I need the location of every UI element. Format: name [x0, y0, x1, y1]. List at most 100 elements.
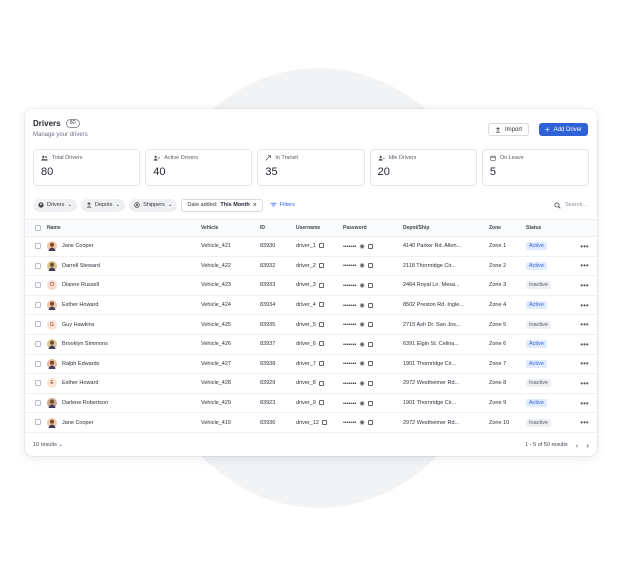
copy-icon[interactable] — [367, 341, 373, 347]
avatar-initial: D — [50, 282, 54, 289]
more-options-icon[interactable]: ••• — [580, 281, 588, 290]
copy-icon[interactable] — [318, 321, 324, 327]
shippers-filter-dropdown[interactable]: Shippers ⌄ — [129, 198, 178, 212]
depot-cell: 4140 Parker Rd. Allen... — [403, 236, 489, 257]
password-value: ••••••• — [343, 341, 357, 348]
results-per-page-dropdown[interactable]: 10 results ⌄ — [33, 442, 63, 448]
copy-icon[interactable] — [318, 262, 324, 268]
column-header-depot[interactable]: Depot/Ship — [403, 219, 489, 237]
table-row[interactable]: Jane Cooper Vehicle_421 83930 driver_1 •… — [25, 236, 597, 257]
column-header-status[interactable]: Status — [526, 219, 572, 237]
stat-value: 20 — [377, 166, 390, 178]
table-row[interactable]: Esther Howard Vehicle_424 83934 driver_4… — [25, 295, 597, 316]
add-driver-button[interactable]: + Add Driver — [538, 123, 588, 136]
table-row[interactable]: G Guy Hawkins Vehicle_425 83935 driver_5… — [25, 314, 597, 335]
copy-icon[interactable] — [367, 420, 373, 426]
copy-icon[interactable] — [318, 302, 324, 308]
select-all-checkbox[interactable] — [35, 224, 41, 231]
eye-icon[interactable]: ◉ — [359, 302, 364, 309]
results-count: 10 results — [33, 442, 57, 448]
import-button[interactable]: Import — [487, 123, 529, 136]
copy-icon[interactable] — [318, 400, 324, 406]
table-row[interactable]: Jane Cooper Vehicle_419 83936 driver_12 … — [25, 412, 597, 433]
row-checkbox[interactable] — [35, 262, 41, 269]
copy-icon[interactable] — [318, 341, 324, 347]
column-header-zone[interactable]: Zone — [489, 219, 526, 237]
avatar-photo — [48, 262, 56, 271]
eye-icon[interactable]: ◉ — [359, 360, 364, 367]
driver-name: Guy Hawkins — [62, 321, 95, 328]
eye-icon[interactable]: ◉ — [359, 262, 364, 269]
row-checkbox[interactable] — [35, 380, 41, 387]
copy-icon[interactable] — [367, 400, 373, 406]
more-options-icon[interactable]: ••• — [580, 399, 588, 408]
eye-icon[interactable]: ◉ — [359, 321, 364, 328]
username-value: driver_2 — [296, 262, 316, 269]
table-row[interactable]: Darrell Steward Vehicle_422 83932 driver… — [25, 256, 597, 277]
search-box[interactable]: Search... — [554, 201, 587, 209]
search-input[interactable]: Search... — [565, 202, 587, 208]
copy-icon[interactable] — [367, 263, 373, 269]
avatar — [47, 358, 57, 369]
row-checkbox[interactable] — [35, 243, 41, 250]
more-options-icon[interactable]: ••• — [580, 418, 588, 427]
eye-icon[interactable]: ◉ — [359, 419, 364, 426]
column-header-id[interactable]: ID — [260, 219, 296, 237]
vehicle-cell: Vehicle_425 — [201, 314, 260, 335]
table-row[interactable]: E Esther Howard Vehicle_428 83929 driver… — [25, 373, 597, 394]
copy-icon[interactable] — [367, 243, 373, 249]
stat-total-drivers: Total Drivers 80 — [33, 149, 141, 186]
table-row[interactable]: Brooklyn Simmons Vehicle_426 83937 drive… — [25, 334, 597, 355]
column-header-name[interactable]: Name — [47, 219, 201, 237]
close-icon[interactable]: × — [253, 202, 257, 209]
depots-filter-dropdown[interactable]: Depots ⌄ — [81, 198, 126, 212]
copy-icon[interactable] — [318, 360, 324, 366]
chevron-down-icon: ⌄ — [167, 202, 173, 208]
copy-icon[interactable] — [367, 302, 373, 308]
row-checkbox[interactable] — [35, 321, 41, 328]
more-options-icon[interactable]: ••• — [580, 320, 588, 329]
row-checkbox[interactable] — [35, 399, 41, 406]
copy-icon[interactable] — [318, 243, 324, 249]
eye-icon[interactable]: ◉ — [359, 380, 364, 387]
table-footer: 10 results ⌄ 1 - 5 of 50 results ‹ › — [33, 439, 589, 451]
table-row[interactable]: Darlene Robertson Vehicle_429 83923 driv… — [25, 393, 597, 414]
column-header-username[interactable]: Username — [296, 219, 343, 237]
table-row[interactable]: D Dianne Russell Vehicle_423 83933 drive… — [25, 275, 597, 296]
column-header-vehicle[interactable]: Vehicle — [201, 219, 260, 237]
chevron-left-icon[interactable]: ‹ — [576, 441, 579, 450]
calendar-icon — [490, 155, 496, 161]
copy-icon[interactable] — [367, 322, 373, 328]
date-added-filter[interactable]: Date added: This Month × — [181, 198, 263, 212]
row-checkbox[interactable] — [35, 301, 41, 308]
eye-icon[interactable]: ◉ — [359, 400, 364, 407]
password-value: ••••••• — [343, 243, 357, 250]
copy-icon[interactable] — [318, 380, 324, 386]
copy-icon[interactable] — [367, 361, 373, 367]
table-row[interactable]: Ralph Edwards Vehicle_427 83938 driver_7… — [25, 354, 597, 375]
row-checkbox[interactable] — [35, 282, 41, 289]
more-options-icon[interactable]: ••• — [580, 379, 588, 388]
more-options-icon[interactable]: ••• — [580, 242, 588, 251]
copy-icon[interactable] — [367, 282, 373, 288]
copy-icon[interactable] — [318, 282, 324, 288]
copy-icon[interactable] — [321, 419, 327, 425]
more-options-icon[interactable]: ••• — [580, 261, 588, 270]
eye-icon[interactable]: ◉ — [359, 341, 364, 348]
avatar-photo — [48, 360, 56, 369]
copy-icon[interactable] — [367, 380, 373, 386]
filters-button[interactable]: Filters — [270, 202, 295, 208]
avatar — [47, 417, 57, 428]
eye-icon[interactable]: ◉ — [359, 243, 364, 250]
plus-icon: + — [544, 124, 550, 134]
more-options-icon[interactable]: ••• — [580, 359, 588, 368]
row-checkbox[interactable] — [35, 419, 41, 426]
column-header-password[interactable]: Password — [343, 219, 403, 237]
drivers-filter-dropdown[interactable]: Drivers ⌄ — [33, 198, 78, 212]
more-options-icon[interactable]: ••• — [580, 301, 588, 310]
more-options-icon[interactable]: ••• — [580, 340, 588, 349]
chevron-right-icon[interactable]: › — [586, 441, 589, 450]
row-checkbox[interactable] — [35, 360, 41, 367]
eye-icon[interactable]: ◉ — [359, 282, 364, 289]
row-checkbox[interactable] — [35, 341, 41, 348]
